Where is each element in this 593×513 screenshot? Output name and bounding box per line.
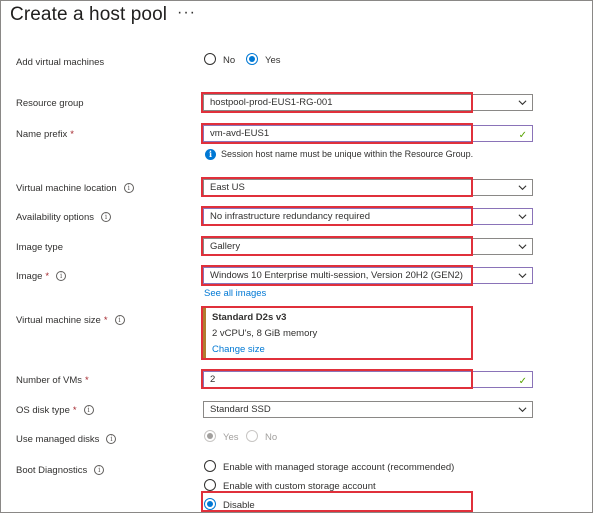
chevron-down-icon [518, 407, 527, 413]
boot-diag-custom-label: Enable with custom storage account [223, 481, 376, 492]
add-vms-label: Add virtual machines [16, 57, 105, 68]
resource-group-dropdown[interactable]: hostpool-prod-EUS1-RG-001 [203, 94, 533, 111]
availability-label: Availability options i [16, 212, 111, 223]
num-vms-label: Number of VMs * [16, 375, 89, 386]
change-size-link[interactable]: Change size [212, 344, 265, 355]
vm-location-value: East US [210, 182, 245, 193]
vm-size-label: Virtual machine size * i [16, 315, 125, 326]
host-pool-blade: Create a host pool ··· Add virtual machi… [0, 0, 593, 513]
name-prefix-note: Session host name must be unique within … [221, 149, 474, 159]
resource-group-label: Resource group [16, 98, 84, 109]
info-icon[interactable]: i [114, 315, 125, 325]
boot-diag-disable-radio[interactable] [204, 498, 216, 510]
resource-group-value: hostpool-prod-EUS1-RG-001 [210, 97, 333, 108]
vm-size-spec: 2 vCPU's, 8 GiB memory [212, 328, 318, 339]
managed-disks-no-label: No [265, 432, 278, 443]
num-vms-input[interactable]: 2 ✓ [203, 371, 533, 388]
info-filled-icon: i [205, 149, 216, 160]
chevron-down-icon [518, 100, 527, 106]
vm-location-dropdown[interactable]: East US [203, 179, 533, 196]
more-options-icon[interactable]: ··· [177, 4, 196, 22]
image-type-value: Gallery [210, 241, 241, 252]
image-type-dropdown[interactable]: Gallery [203, 238, 533, 255]
availability-dropdown[interactable]: No infrastructure redundancy required [203, 208, 533, 225]
info-icon[interactable]: i [83, 405, 94, 415]
page-title: Create a host pool [10, 4, 168, 25]
chevron-down-icon [518, 244, 527, 250]
checkmark-icon: ✓ [518, 376, 527, 387]
managed-disks-no-radio[interactable] [246, 430, 258, 442]
availability-value: No infrastructure redundancy required [210, 211, 371, 222]
add-vms-yes-label: Yes [265, 55, 281, 66]
add-vms-no-label: No [223, 55, 236, 66]
boot-diag-managed-label: Enable with managed storage account (rec… [223, 462, 455, 473]
name-prefix-label: Name prefix * [16, 129, 74, 140]
info-icon[interactable]: i [100, 212, 111, 222]
boot-diagnostics-label: Boot Diagnostics i [16, 465, 105, 476]
chevron-down-icon [518, 185, 527, 191]
chevron-down-icon [518, 214, 527, 220]
os-disk-label: OS disk type * i [16, 405, 94, 416]
name-prefix-input[interactable]: vm-avd-EUS1 ✓ [203, 125, 533, 142]
info-icon[interactable]: i [123, 183, 134, 193]
managed-disks-yes-label: Yes [223, 432, 239, 443]
image-value: Windows 10 Enterprise multi-session, Ver… [210, 270, 463, 281]
chevron-down-icon [518, 273, 527, 279]
managed-disks-yes-radio[interactable] [204, 430, 216, 442]
os-disk-value: Standard SSD [210, 404, 271, 415]
image-type-label: Image type [16, 242, 63, 253]
see-all-images-link[interactable]: See all images [204, 288, 266, 299]
num-vms-value: 2 [210, 374, 216, 385]
vm-size-title: Standard D2s v3 [212, 312, 287, 323]
add-vms-no-radio[interactable] [204, 53, 216, 65]
info-icon[interactable]: i [94, 465, 105, 475]
vm-location-label: Virtual machine location i [16, 183, 134, 194]
os-disk-dropdown[interactable]: Standard SSD [203, 401, 533, 418]
boot-diag-managed-radio[interactable] [204, 460, 216, 472]
checkmark-icon: ✓ [518, 130, 527, 141]
name-prefix-value: vm-avd-EUS1 [210, 128, 270, 139]
boot-diag-custom-radio[interactable] [204, 479, 216, 491]
image-dropdown[interactable]: Windows 10 Enterprise multi-session, Ver… [203, 267, 533, 284]
info-icon[interactable]: i [106, 434, 117, 444]
managed-disks-label: Use managed disks i [16, 434, 117, 445]
boot-diag-disable-label: Disable [223, 500, 255, 511]
info-icon[interactable]: i [56, 271, 67, 281]
vm-size-card[interactable]: Standard D2s v3 2 vCPU's, 8 GiB memory C… [203, 307, 474, 358]
image-label: Image * i [16, 271, 67, 282]
add-vms-yes-radio[interactable] [246, 53, 258, 65]
